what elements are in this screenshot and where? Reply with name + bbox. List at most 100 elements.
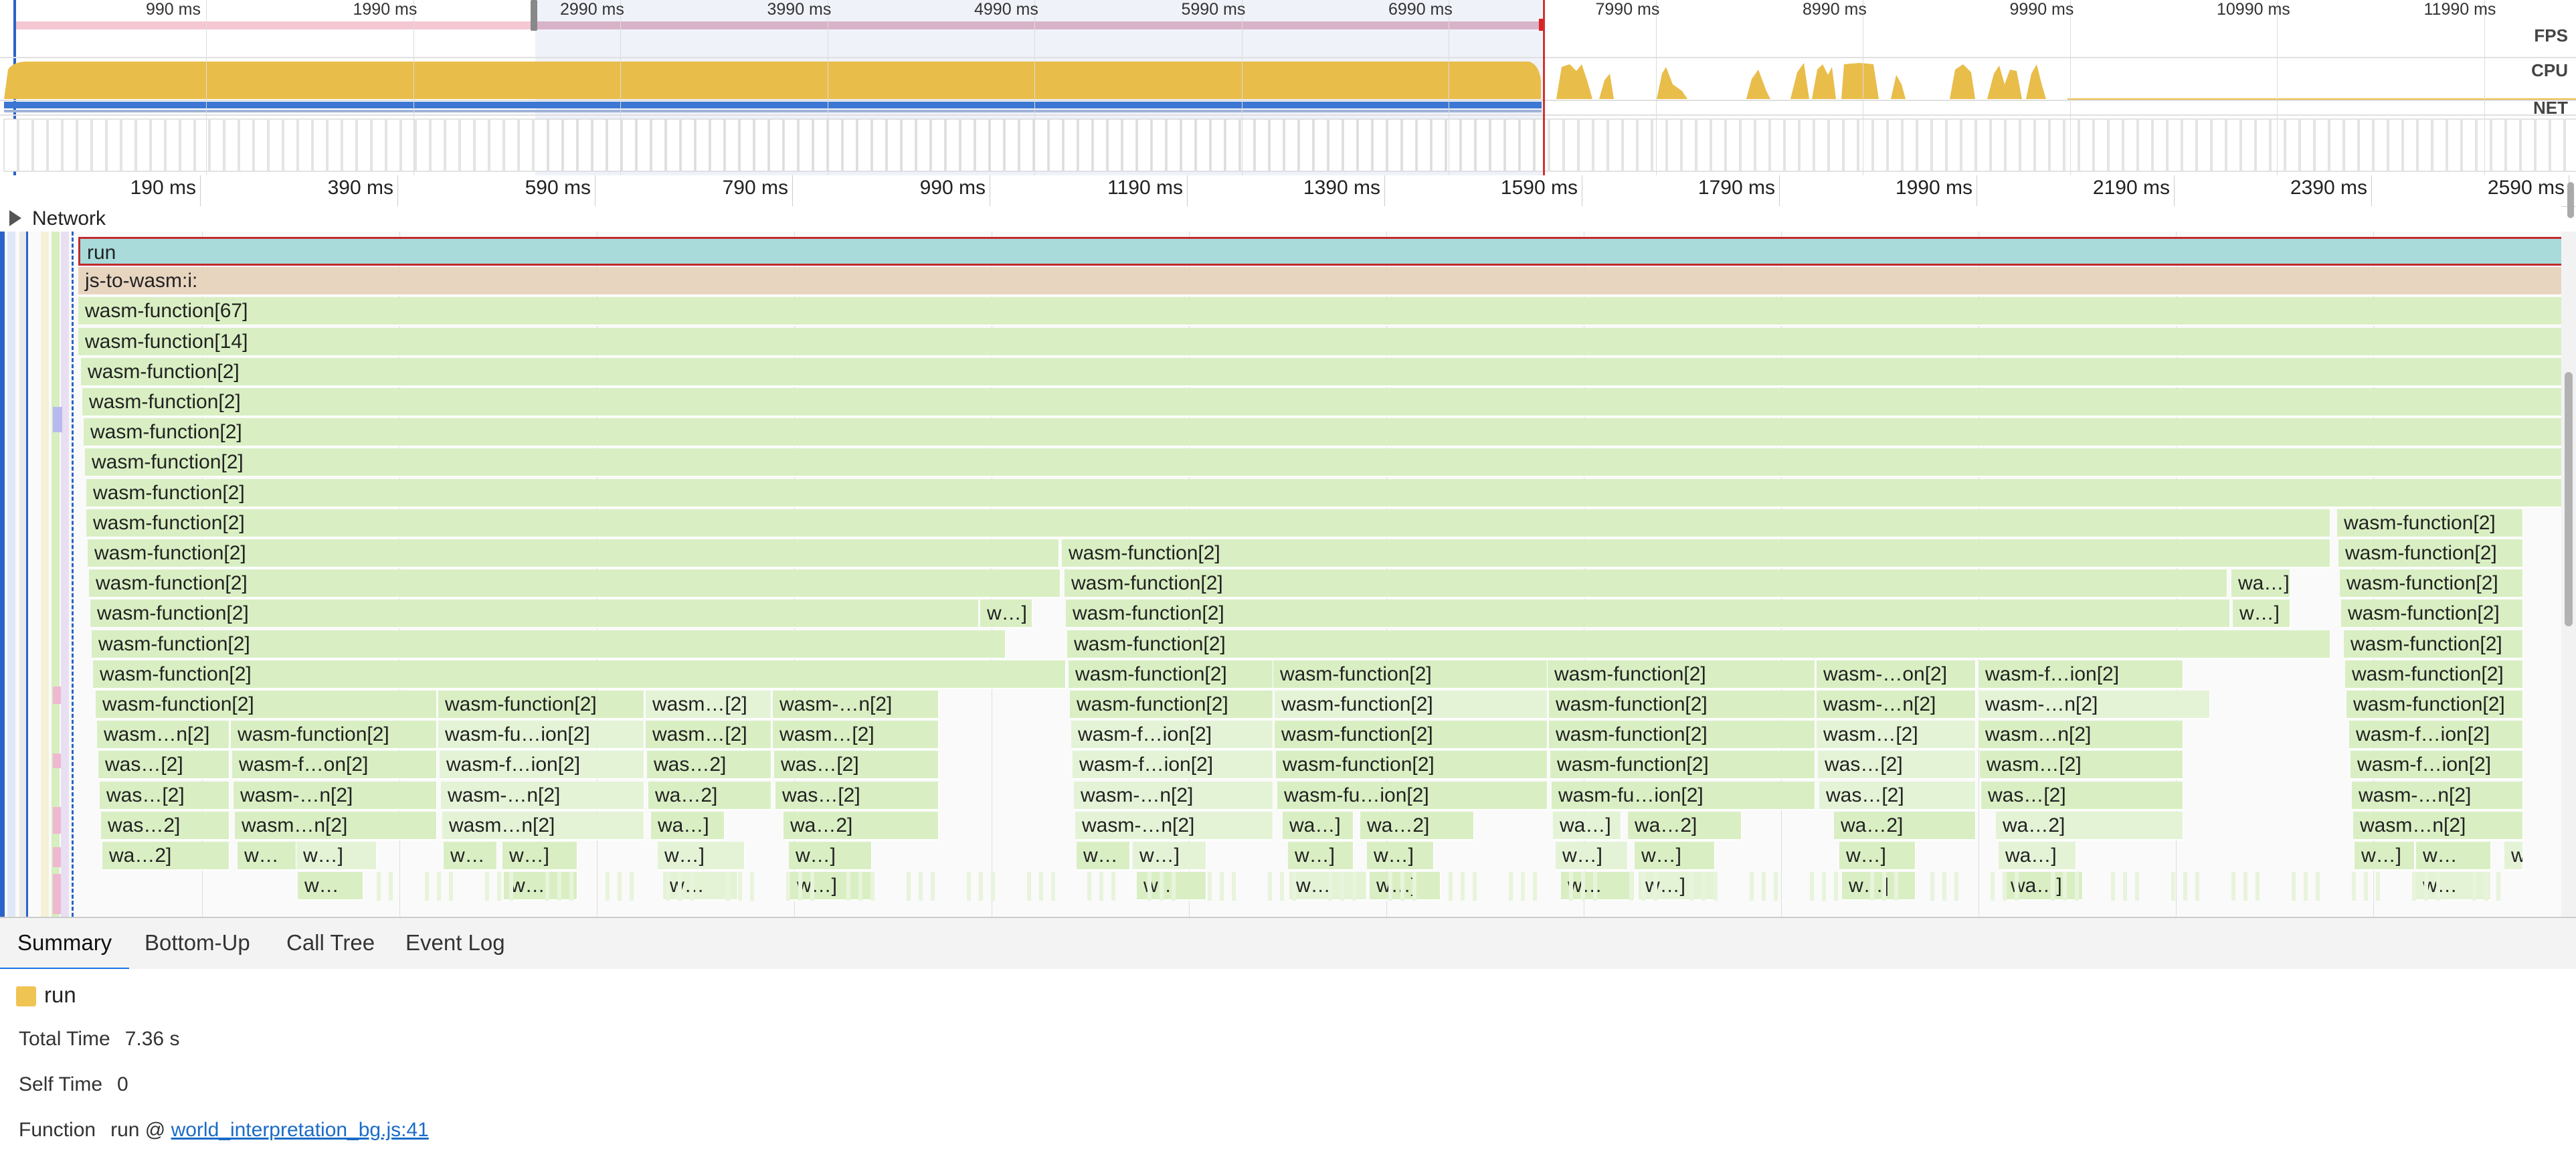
flame-frame[interactable]: wasm-function[2] (1550, 751, 1815, 780)
flame-frame[interactable]: was…2] (647, 751, 771, 780)
flame-frame[interactable]: wasm-function[2] (1067, 630, 2330, 659)
flame-frame[interactable]: w…] (789, 842, 872, 871)
flame-frame[interactable]: wasm-function[2] (1065, 569, 2227, 599)
flame-frame[interactable]: wasm-function[2] (1273, 660, 1548, 689)
flame-frame[interactable]: wasm-function[2] (96, 691, 437, 719)
main-time-ruler[interactable]: 190 ms 390 ms 590 ms 790 ms 990 ms 1190 ms 139… (0, 175, 2576, 207)
flame-frame[interactable]: w…] (1370, 872, 1441, 901)
flame-frame[interactable]: wasm-function[2] (1062, 539, 2330, 568)
flame-frame[interactable]: wa…] (1999, 842, 2076, 871)
flame-frame[interactable]: wasm-function[2] (84, 418, 2563, 448)
flame-frame[interactable]: wasm…n[2] (235, 811, 437, 840)
flame-frame-run[interactable]: run (78, 237, 2563, 266)
flame-frame[interactable]: w…] (1288, 842, 1354, 871)
flame-frame[interactable]: w… (504, 872, 577, 901)
flame-frame[interactable]: wasm-…n[2] (2352, 781, 2523, 810)
flame-frame[interactable]: w…] (980, 600, 1032, 629)
flame-chart[interactable]: run js-to-wasm:i: wasm-function[67] wasm-fu… (0, 232, 2563, 917)
flame-frame[interactable]: was…[2] (775, 781, 939, 810)
flame-frame[interactable]: wasm-function[2] (2338, 539, 2523, 568)
flame-frame[interactable]: wasm…n[2] (97, 721, 229, 750)
flame-frame[interactable]: wasm-function[2] (2341, 600, 2523, 629)
flame-frame[interactable]: w… (444, 842, 497, 871)
flame-frame[interactable]: w…] (1839, 842, 1916, 871)
flame-frame[interactable]: wasm-function[2] (92, 630, 1006, 659)
flame-frame[interactable]: was…[2] (774, 751, 939, 780)
expand-triangle-icon[interactable] (9, 210, 21, 226)
flame-frame[interactable]: wasm-function[2] (82, 388, 2563, 417)
flame-frame[interactable]: wasm-function[2] (81, 357, 2563, 387)
flame-frame[interactable]: wasm…[2] (646, 691, 771, 719)
flame-frame[interactable]: wa…2] (1996, 811, 2183, 840)
flame-frame[interactable]: wasm-function[2] (93, 660, 1066, 689)
flame-frame[interactable]: wasm-function[2] (2347, 691, 2523, 719)
flame-frame[interactable]: wasm-function[2] (1069, 660, 1273, 689)
flame-frame[interactable]: w…] (1367, 842, 1434, 871)
flame-frame[interactable]: wa…2] (1628, 811, 1742, 840)
flame-frame[interactable]: wasm-fu…ion[2] (1552, 781, 1815, 810)
flame-frame[interactable]: wasm-function[67] (78, 297, 2563, 327)
flame-frame[interactable]: wasm-f…ion[2] (1073, 751, 1273, 780)
flame-frame[interactable]: w…] (1556, 842, 1628, 871)
flame-frame[interactable]: wasm-f…ion[2] (1071, 721, 1273, 750)
flame-frame[interactable]: wasm-function[2] (1549, 721, 1815, 750)
flame-frame[interactable]: wasm-function[2] (1548, 660, 1815, 689)
flame-frame[interactable]: wasm-function[2] (2345, 660, 2523, 689)
flame-frame[interactable]: wasm-…n[2] (234, 781, 437, 810)
network-track-header[interactable]: Network (0, 206, 2561, 232)
flame-frame[interactable]: wa…2] (1834, 811, 1976, 840)
flame-frame[interactable]: wa…] (2231, 569, 2290, 599)
flame-frame[interactable]: wa…2] (1360, 811, 1474, 840)
flame-frame[interactable]: w…] (2355, 842, 2415, 871)
flame-frame[interactable]: wasm-function[2] (2337, 509, 2523, 538)
flame-frame[interactable]: wasm-function[2] (1070, 691, 1273, 719)
flame-frame[interactable]: was…[2] (98, 751, 229, 780)
flame-frame[interactable]: wasm…[2] (646, 721, 771, 750)
flame-frame[interactable]: was…[2] (100, 781, 229, 810)
flame-frame[interactable]: was…[2] (1819, 781, 1976, 810)
flame-frame[interactable]: wasm…n[2] (2353, 811, 2523, 840)
flame-frame[interactable]: w…] (296, 842, 377, 871)
flame-frame[interactable]: w…] (1133, 842, 1206, 871)
flame-frame[interactable]: wasm-function[2] (438, 691, 644, 719)
flame-frame[interactable]: wasm-function[2] (2340, 569, 2523, 599)
flame-frame[interactable]: wasm-…n[2] (1979, 691, 2210, 719)
flame-frame[interactable]: wasm-f…ion[2] (1979, 660, 2183, 689)
flame-frame[interactable]: wasm…n[2] (442, 811, 644, 840)
flame-frame[interactable]: w…] (1842, 872, 1916, 901)
flame-frame[interactable]: wasm-fu…ion[2] (438, 721, 644, 750)
flame-frame[interactable]: wasm-function[2] (89, 569, 1061, 599)
flame-frame[interactable]: wasm-f…ion[2] (440, 751, 644, 780)
flame-frame[interactable]: wasm-f…ion[2] (2351, 751, 2523, 780)
flame-frame[interactable]: w… (298, 872, 363, 901)
flame-frame[interactable]: w…] (1635, 842, 1715, 871)
flame-frame[interactable]: wasm-…n[2] (1075, 811, 1273, 840)
flame-frame[interactable]: wasm-function[2] (1066, 600, 2230, 629)
flame-chart-scrollbar[interactable] (2561, 232, 2576, 917)
flame-frame[interactable]: wasm…[2] (773, 721, 939, 750)
flame-frame[interactable]: wasm-f…on[2] (232, 751, 437, 780)
flame-frame[interactable]: wa…] (1283, 811, 1354, 840)
flame-frame[interactable]: wasm-…on[2] (1817, 660, 1976, 689)
timeline-overview[interactable]: FPS CPU NET 990 ms 1990 ms 2990 ms 3990 ms 4… (0, 0, 2576, 175)
flame-frame[interactable]: was…[2] (1981, 781, 2183, 810)
flame-frame[interactable]: wa…] (1553, 811, 1621, 840)
flame-frame[interactable]: wasm-function[2] (231, 721, 437, 750)
flame-frame[interactable]: wasm-function[2] (85, 448, 2563, 478)
flame-frame[interactable]: wa…2] (648, 781, 771, 810)
flame-frame[interactable]: w…] (658, 842, 745, 871)
tab-summary[interactable]: Summary (0, 918, 130, 970)
flame-frame[interactable]: wasm-…n[2] (1074, 781, 1273, 810)
flame-frame[interactable]: wasm-function[2] (88, 539, 1059, 568)
flame-frame[interactable]: wasm-function[2] (1549, 691, 1815, 719)
flame-frame[interactable]: wa…] (651, 811, 725, 840)
flame-frame[interactable]: was…2] (101, 811, 229, 840)
flame-frame[interactable]: wasm…[2] (1980, 751, 2183, 780)
flame-frame[interactable]: wasm-…n[2] (1817, 691, 1976, 719)
flame-frame[interactable]: w…] (2233, 600, 2290, 629)
flame-frame[interactable]: w… (238, 842, 296, 871)
flame-frame[interactable]: w… (1077, 842, 1130, 871)
flame-frame[interactable]: wasm…n[2] (1979, 721, 2183, 750)
overview-range-handle-left[interactable] (531, 0, 537, 31)
source-location-link[interactable]: world_interpretation_bg.js:41 (171, 1119, 429, 1141)
